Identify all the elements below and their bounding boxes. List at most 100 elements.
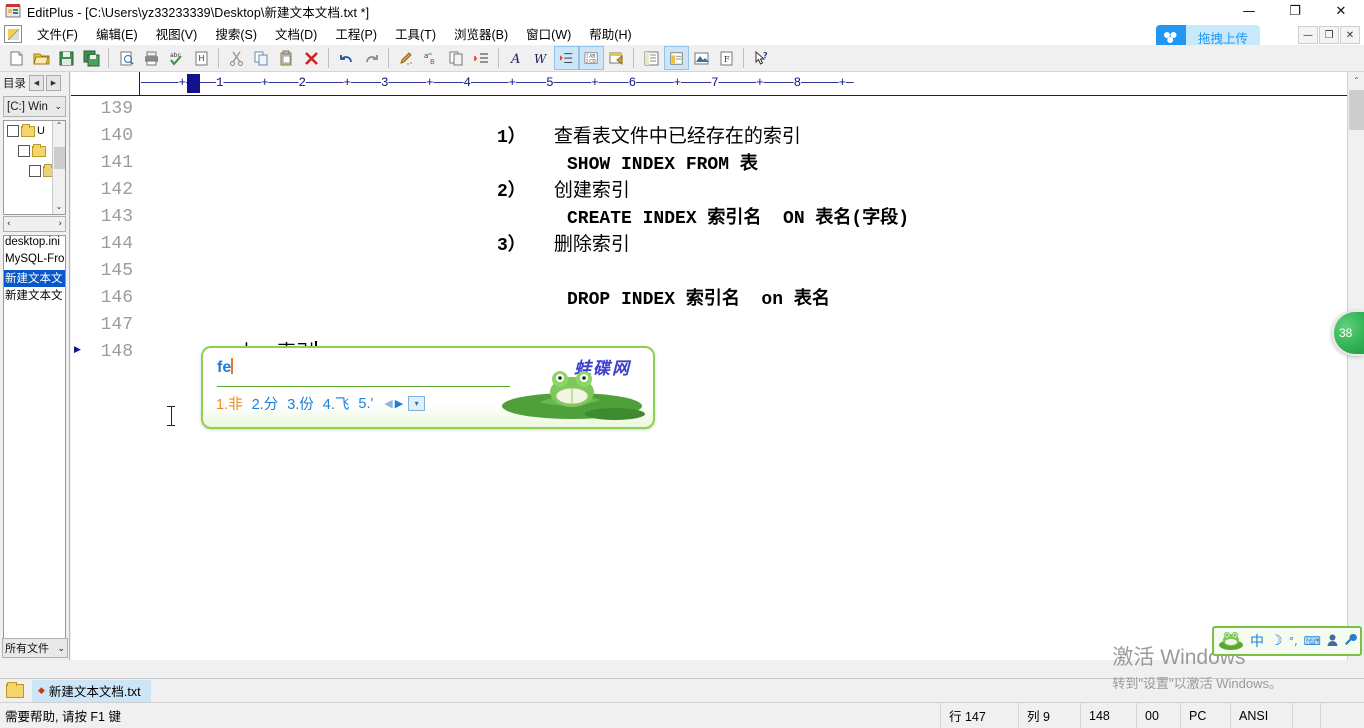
spell-check-icon[interactable]: abc — [164, 46, 189, 70]
panel-prev-arrow[interactable]: ◀ — [29, 75, 44, 91]
delete-icon[interactable] — [299, 46, 324, 70]
ime-status-bar[interactable]: 中 ☽ °, ⌨ — [1212, 626, 1362, 656]
file-list-item[interactable]: desktop.ini — [4, 236, 65, 253]
find-in-files-icon[interactable] — [444, 46, 469, 70]
menu-file[interactable]: 文件(F) — [28, 22, 87, 45]
menu-search[interactable]: 搜索(S) — [206, 22, 266, 45]
mdi-close-button[interactable]: ✕ — [1340, 26, 1360, 44]
maximize-button[interactable]: ❐ — [1272, 0, 1318, 22]
file-list-item[interactable]: MySQL-Fro — [4, 253, 65, 270]
ime-candidate-4[interactable]: 4.飞 — [323, 393, 350, 414]
document-selector-icon[interactable] — [639, 46, 664, 70]
font-icon[interactable]: A — [504, 46, 529, 70]
tree-scroll-thumb[interactable] — [53, 146, 65, 169]
print-icon[interactable] — [139, 46, 164, 70]
document-system-icon[interactable] — [4, 24, 22, 43]
menu-window[interactable]: 窗口(W) — [517, 22, 580, 45]
ime-candidate-2[interactable]: 2.分 — [252, 393, 279, 414]
file-list-item-selected[interactable]: 新建文本文 — [4, 270, 65, 287]
menu-document[interactable]: 文档(D) — [266, 22, 326, 45]
toolbar-separator — [388, 48, 390, 68]
drive-selector-combo[interactable]: [C:] Win ⌄ — [3, 96, 66, 117]
window-title: EditPlus - [C:\Users\yz33233339\Desktop\… — [27, 5, 370, 20]
save-icon[interactable] — [54, 46, 79, 70]
scrollbar-thumb[interactable] — [1349, 90, 1364, 130]
ime-candidate-5[interactable]: 5.' — [358, 396, 373, 412]
indent-icon[interactable] — [554, 46, 579, 70]
panel-next-arrow[interactable]: ▶ — [46, 75, 61, 91]
save-all-icon[interactable] — [79, 46, 104, 70]
mdi-restore-button[interactable]: ❐ — [1319, 26, 1339, 44]
copy-icon[interactable] — [249, 46, 274, 70]
mdi-minimize-button[interactable]: — — [1298, 26, 1318, 44]
hscroll-left-arrow[interactable]: ‹ — [7, 219, 11, 229]
moon-icon[interactable]: ☽ — [1270, 633, 1283, 649]
print-preview-icon[interactable] — [114, 46, 139, 70]
file-filter-combo[interactable]: 所有文件 ⌄ — [2, 638, 68, 658]
ime-candidate-3[interactable]: 3.份 — [287, 393, 314, 414]
ime-candidate-1[interactable]: 1.非 — [216, 393, 243, 414]
folder-tree[interactable]: U ⌃ ⌄ — [3, 120, 66, 215]
ime-expand-icon[interactable]: ▾ — [408, 396, 426, 411]
hscroll-right-arrow[interactable]: › — [58, 219, 62, 229]
frog-icon[interactable] — [1218, 631, 1244, 651]
watermark-line-2: 转到"设置"以激活 Windows。 — [1112, 676, 1282, 691]
menu-help[interactable]: 帮助(H) — [580, 22, 640, 45]
word-wrap-icon[interactable]: W — [529, 46, 554, 70]
document-tab-active[interactable]: ◆ 新建文本文档.txt — [32, 679, 151, 702]
status-encoding: ANSI — [1230, 702, 1292, 728]
redo-icon[interactable] — [359, 46, 384, 70]
line-numbers-icon[interactable]: 1 AB 2 CD — [579, 46, 604, 70]
user-icon[interactable] — [1327, 634, 1338, 649]
resize-grip-icon[interactable] — [1348, 703, 1364, 728]
ime-prev-page-icon[interactable]: ◀ — [384, 397, 392, 410]
paste-icon[interactable] — [274, 46, 299, 70]
language-mode-icon[interactable]: 中 — [1250, 631, 1264, 651]
tree-vertical-scrollbar[interactable]: ⌃ ⌄ — [52, 121, 65, 214]
ime-candidate-window[interactable]: fe 1.非 2.分 3.份 4.飞 5.' ◀ ▶ ▾ 蛙碟网 — [201, 346, 655, 429]
main-toolbar: abc H aB A W 1 AB 2 CD F ? — [0, 45, 1364, 72]
preview-icon[interactable] — [604, 46, 629, 70]
ime-candidate-4-word: 飞 — [334, 397, 350, 413]
menu-project[interactable]: 工程(P) — [326, 22, 386, 45]
file-list-item[interactable]: 新建文本文 — [4, 287, 65, 304]
svg-text:a: a — [424, 52, 428, 60]
clip-library-icon[interactable] — [689, 46, 714, 70]
keyboard-icon[interactable]: ⌨ — [1304, 634, 1321, 648]
tree-checkbox[interactable] — [18, 145, 30, 157]
chevron-down-icon: ⌄ — [54, 101, 62, 111]
folder-icon[interactable] — [6, 681, 24, 698]
editor-vertical-scrollbar[interactable]: ⌃ ⌄ — [1347, 72, 1364, 660]
punctuation-icon[interactable]: °, — [1289, 635, 1298, 648]
menu-edit[interactable]: 编辑(E) — [87, 22, 147, 45]
tree-scroll-up-arrow[interactable]: ⌃ — [56, 121, 63, 133]
replace-icon[interactable]: aB — [419, 46, 444, 70]
find-icon[interactable] — [394, 46, 419, 70]
ibeam-mouse-cursor — [167, 406, 175, 426]
function-list-icon[interactable]: F — [714, 46, 739, 70]
new-file-icon[interactable] — [4, 46, 29, 70]
goto-line-icon[interactable] — [469, 46, 494, 70]
tree-scroll-down-arrow[interactable]: ⌄ — [56, 202, 63, 214]
file-list[interactable]: desktop.ini MySQL-Fro 新建文本文 新建文本文 — [3, 235, 66, 650]
menu-browser[interactable]: 浏览器(B) — [445, 22, 517, 45]
menu-tools[interactable]: 工具(T) — [386, 22, 445, 45]
menu-view[interactable]: 视图(V) — [147, 22, 207, 45]
code-line-143-number: 3） — [497, 236, 526, 256]
tree-horizontal-scrollbar[interactable]: ‹ › — [3, 216, 66, 232]
cut-icon[interactable] — [224, 46, 249, 70]
minimize-button[interactable]: — — [1226, 0, 1272, 22]
context-help-icon[interactable]: ? — [749, 46, 774, 70]
scroll-up-arrow-icon[interactable]: ⌃ — [1348, 72, 1364, 89]
ime-composition-text: fe — [217, 358, 234, 377]
settings-wrench-icon[interactable] — [1344, 633, 1357, 650]
header-footer-icon[interactable]: H — [189, 46, 214, 70]
ime-next-page-icon[interactable]: ▶ — [395, 397, 403, 410]
tree-checkbox[interactable] — [7, 125, 19, 137]
directory-window-icon[interactable] — [664, 46, 689, 70]
open-file-icon[interactable] — [29, 46, 54, 70]
undo-icon[interactable] — [334, 46, 359, 70]
toolbar-separator — [498, 48, 500, 68]
close-button[interactable]: ✕ — [1318, 0, 1364, 22]
tree-checkbox[interactable] — [29, 165, 41, 177]
